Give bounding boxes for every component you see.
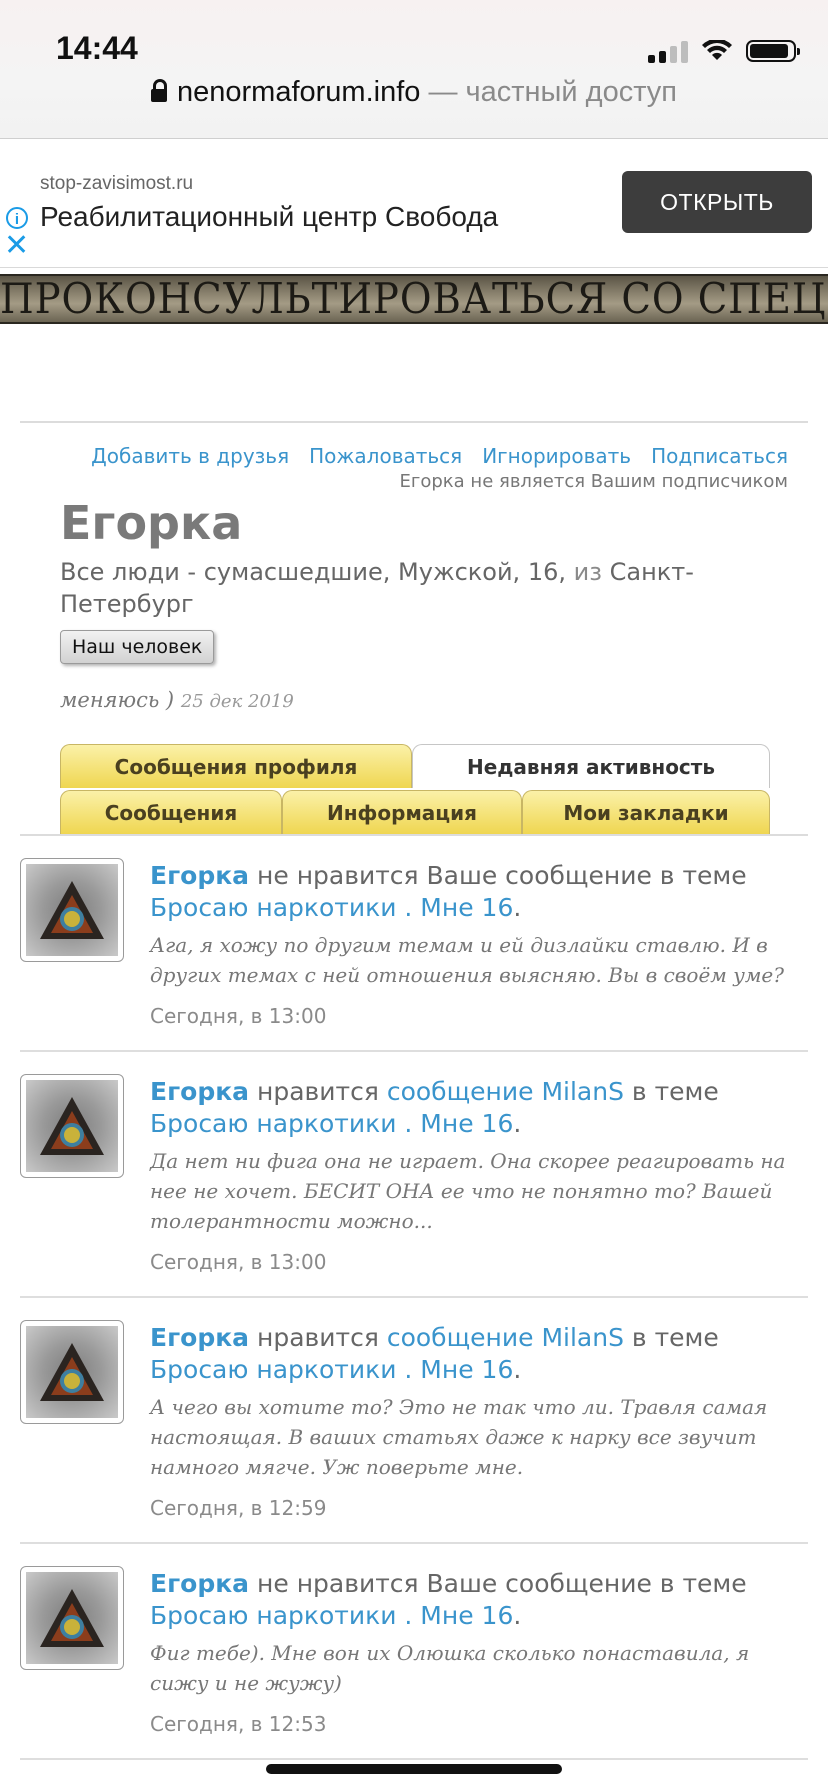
tab-bookmarks[interactable]: Мои закладки [522,790,770,834]
activity-action: не нравится Ваше сообщение в теме [257,1569,747,1598]
user-link[interactable]: Егорка [150,861,249,890]
profile-status: меняюсь ) 25 дек 2019 [60,688,294,712]
profile-gender: Мужской [398,558,513,586]
ad-open-button[interactable]: ОТКРЫТЬ [622,171,812,233]
profile-name: Егорка [60,496,243,550]
banner-image: ПРОКОНСУЛЬТИРОВАТЬСЯ СО СПЕЦИАЛИСТОМ [0,274,828,324]
activity-headline: Егорка нравится сообщение MilanS в теме … [150,1323,719,1384]
subscriber-note: Егорка не является Вашим подписчиком [399,471,788,492]
profile-age: 16 [527,558,559,586]
clock: 14:44 [56,30,138,66]
user-link[interactable]: Егорка [150,1569,249,1598]
divider [20,1050,808,1052]
report-link[interactable]: Пожаловаться [309,444,462,468]
subscribe-link[interactable]: Подписаться [651,444,788,468]
activity-quote: Фиг тебе). Мне вон их Олюшка сколько пон… [150,1641,750,1695]
pyramid-eye-icon [40,1097,104,1155]
tab-profile-posts[interactable]: Сообщения профиля [60,744,412,788]
pyramid-eye-icon [40,1343,104,1401]
activity-quote: А чего вы хотите то? Это не так что ли. … [150,1395,768,1479]
activity-mid: в теме [631,1077,719,1106]
rank-badge: Наш человек [60,630,215,664]
thread-link[interactable]: Бросаю наркотики . Мне 16 [150,1601,513,1630]
url-domain: nenormaforum.info [176,76,421,108]
lock-icon [150,79,167,102]
tab-information[interactable]: Информация [282,790,522,834]
status-date: 25 дек 2019 [180,691,294,712]
activity-time: Сегодня, в 12:59 [150,1496,327,1520]
activity-quote: Да нет ни фига она не играет. Она скорее… [150,1149,786,1233]
ignore-link[interactable]: Игнорировать [482,444,631,468]
address-bar[interactable]: nenormaforum.info — частный доступ [0,76,828,109]
activity-headline: Егорка не нравится Ваше сообщение в теме… [150,1569,747,1630]
divider [20,1758,808,1760]
activity-quote: Ага, я хожу по другим темам и ей дизлайк… [150,933,784,987]
add-friend-link[interactable]: Добавить в друзья [91,444,289,468]
avatar[interactable] [20,858,124,962]
divider [20,1542,808,1544]
pyramid-eye-icon [40,881,104,939]
activity-time: Сегодня, в 13:00 [150,1004,327,1028]
activity-action: нравится [257,1323,379,1352]
post-link[interactable]: сообщение MilanS [387,1077,624,1106]
activity-headline: Егорка не нравится Ваше сообщение в теме… [150,861,747,922]
profile-actions: Добавить в друзья Пожаловаться Игнориров… [91,444,788,468]
status-icons [648,36,800,66]
profile-info: Все люди - сумасшедшие, Мужской, 16, из … [60,558,694,618]
activity-action: не нравится Ваше сообщение в теме [257,861,747,890]
ad-info-icon[interactable]: i [6,207,28,229]
tabs-divider [20,834,808,836]
activity-time: Сегодня, в 13:00 [150,1250,327,1274]
tab-messages[interactable]: Сообщения [60,790,282,834]
activity-time: Сегодня, в 12:53 [150,1712,327,1736]
banner-image-text: ПРОКОНСУЛЬТИРОВАТЬСЯ СО СПЕЦИАЛИСТОМ [0,274,828,323]
post-link[interactable]: сообщение MilanS [387,1323,624,1352]
activity-headline: Егорка нравится сообщение MilanS в теме … [150,1077,719,1138]
status-bar: 14:44 nenormaforum.info — частный доступ [0,0,828,139]
activity-mid: в теме [631,1323,719,1352]
profile-from-word: из [573,558,602,586]
avatar[interactable] [20,1320,124,1424]
divider [20,1296,808,1298]
avatar[interactable] [20,1566,124,1670]
ad-close-icon[interactable]: ✕ [4,231,29,261]
divider [20,421,808,423]
cellular-signal-icon [648,39,688,63]
thread-link[interactable]: Бросаю наркотики . Мне 16 [150,1109,513,1138]
ad-title[interactable]: Реабилитационный центр Свобода [40,201,498,233]
tab-recent-activity[interactable]: Недавняя активность [412,744,770,788]
pyramid-eye-icon [40,1589,104,1647]
avatar[interactable] [20,1074,124,1178]
battery-icon [746,40,800,62]
user-link[interactable]: Егорка [150,1077,249,1106]
home-indicator[interactable] [266,1764,562,1774]
user-link[interactable]: Егорка [150,1323,249,1352]
ad-domain: stop-zavisimost.ru [40,173,194,194]
profile-tagline: Все люди - сумасшедшие [60,558,383,586]
activity-action: нравится [257,1077,379,1106]
url-privacy-note: — частный доступ [428,76,678,108]
status-text: меняюсь ) [60,688,175,712]
wifi-icon [702,40,732,60]
thread-link[interactable]: Бросаю наркотики . Мне 16 [150,893,513,922]
thread-link[interactable]: Бросаю наркотики . Мне 16 [150,1355,513,1384]
ad-banner[interactable]: stop-zavisimost.ru Реабилитационный цент… [0,139,828,268]
